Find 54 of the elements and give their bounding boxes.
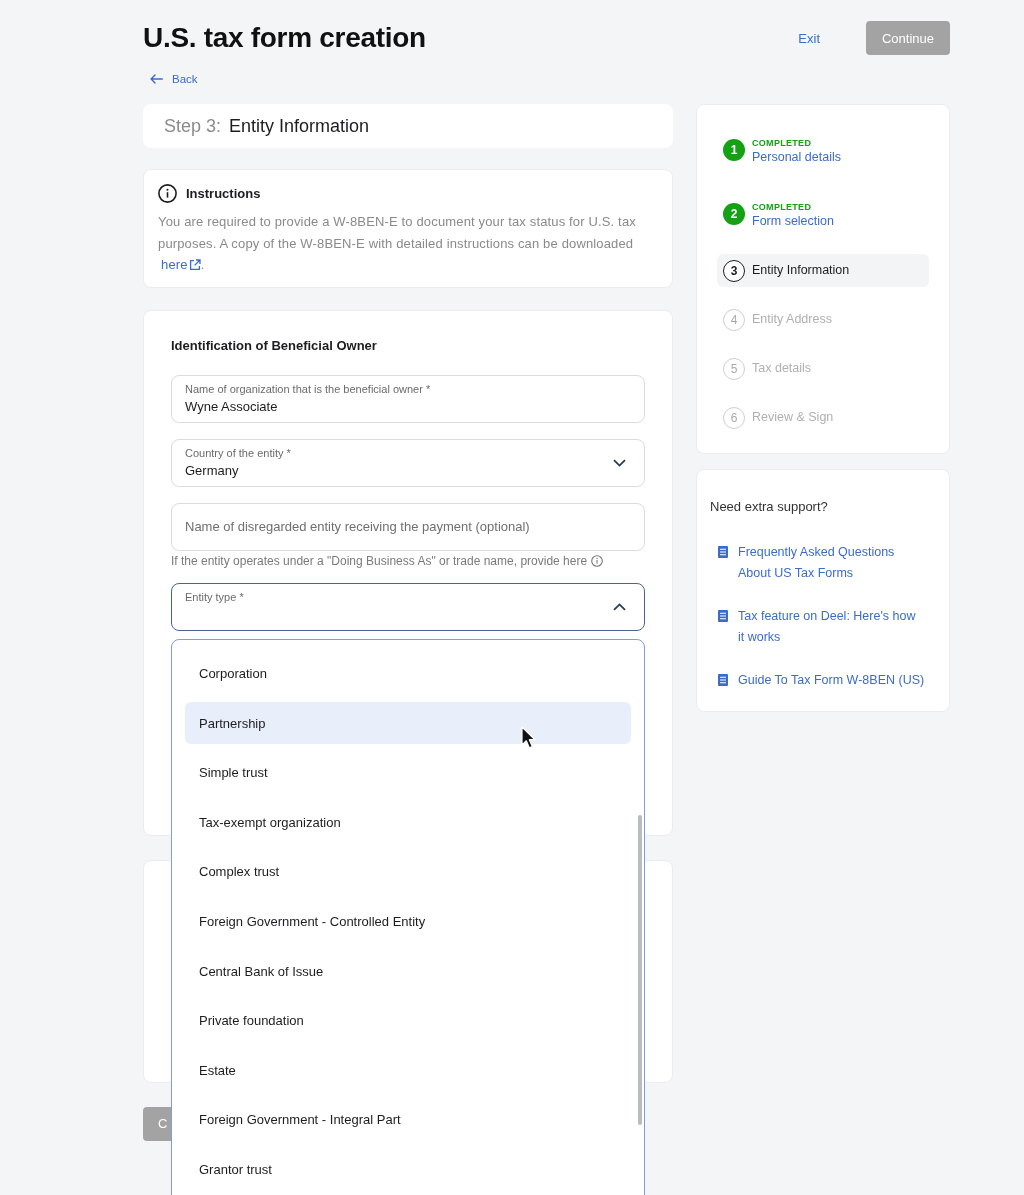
dropdown-option[interactable]: Central Bank of Issue (185, 950, 631, 993)
dropdown-option[interactable]: Grantor trust (185, 1148, 631, 1191)
step-number-text: Step 3: (164, 115, 222, 137)
instructions-text: You are required to provide a W-8BEN-E to document your tax status for U.S. tax purposes. A copy of the W-8BEN-E with detailed instructions can be downloaded here . (158, 211, 644, 276)
dropdown-option[interactable]: Partnership (185, 702, 631, 745)
step-label: Tax details (752, 360, 812, 377)
step-status: COMPLETED (752, 136, 813, 149)
dropdown-option[interactable]: Estate (185, 1049, 631, 1092)
step-status: COMPLETED (752, 200, 813, 213)
dropdown-option[interactable]: Simple trust (185, 751, 631, 794)
dropdown-option[interactable]: Complex trust (185, 850, 631, 893)
back-link[interactable]: Back (172, 73, 198, 85)
help-article-link[interactable]: Guide To Tax Form W-8BEN (US) (738, 670, 929, 691)
step-number-badge: 2 (723, 203, 745, 225)
step-number-badge: 5 (723, 357, 745, 380)
step-label[interactable]: Personal details (752, 148, 841, 166)
helper-text: If the entity operates under a "Doing Business As" or trade name, provide here (171, 553, 588, 569)
step-label: Review & Sign (752, 409, 834, 426)
dropdown-option[interactable]: Corporation (185, 652, 631, 695)
document-icon (718, 674, 728, 686)
info-icon (158, 183, 177, 203)
download-link[interactable]: here (161, 254, 201, 276)
section-title: Identification of Beneficial Owner (171, 337, 378, 354)
step-number-badge: 4 (723, 308, 745, 331)
step-number-badge: 3 (723, 259, 745, 282)
arrow-left-icon[interactable] (150, 74, 163, 84)
dropdown-option[interactable]: Foreign Government - Integral Part (185, 1098, 631, 1141)
cursor-icon (521, 726, 536, 749)
dropdown-option[interactable]: Tax-exempt organization (185, 801, 631, 844)
chevron-down-icon (613, 458, 626, 467)
step-label[interactable]: Form selection (752, 212, 834, 230)
exit-link[interactable]: Exit (798, 30, 820, 46)
step-label: Entity Address (752, 311, 832, 328)
instructions-title: Instructions (186, 185, 261, 201)
step-number-badge: 6 (723, 406, 745, 429)
help-article-link[interactable]: Frequently Asked Questions About US Tax Forms (738, 542, 929, 584)
step-title: Entity Information (229, 115, 370, 137)
help-article-link[interactable]: Tax feature on Deel: Here's how it works (738, 606, 929, 648)
step-label: Entity Information (752, 262, 850, 279)
text-field[interactable]: Name of organization that is the beneficial owner * Wyne Associate (171, 374, 645, 423)
document-icon (718, 610, 728, 622)
scrollbar-thumb[interactable] (638, 814, 642, 1125)
chevron-up-icon (613, 602, 626, 611)
info-icon[interactable] (591, 555, 604, 567)
step-number-badge: 1 (723, 139, 745, 161)
dropdown-option[interactable]: Foreign Government - Controlled Entity (185, 900, 631, 943)
external-link-icon (188, 258, 201, 271)
document-icon (718, 546, 728, 558)
dropdown-option[interactable]: Private foundation (185, 999, 631, 1042)
text-field[interactable]: Name of disregarded entity receiving the payment (optional) (171, 502, 645, 551)
page-title: U.S. tax form creation (143, 21, 426, 55)
support-title: Need extra support? (710, 499, 829, 515)
select-field[interactable]: Country of the entity * Germany (171, 438, 645, 487)
select-field[interactable]: Entity type * (171, 582, 645, 631)
